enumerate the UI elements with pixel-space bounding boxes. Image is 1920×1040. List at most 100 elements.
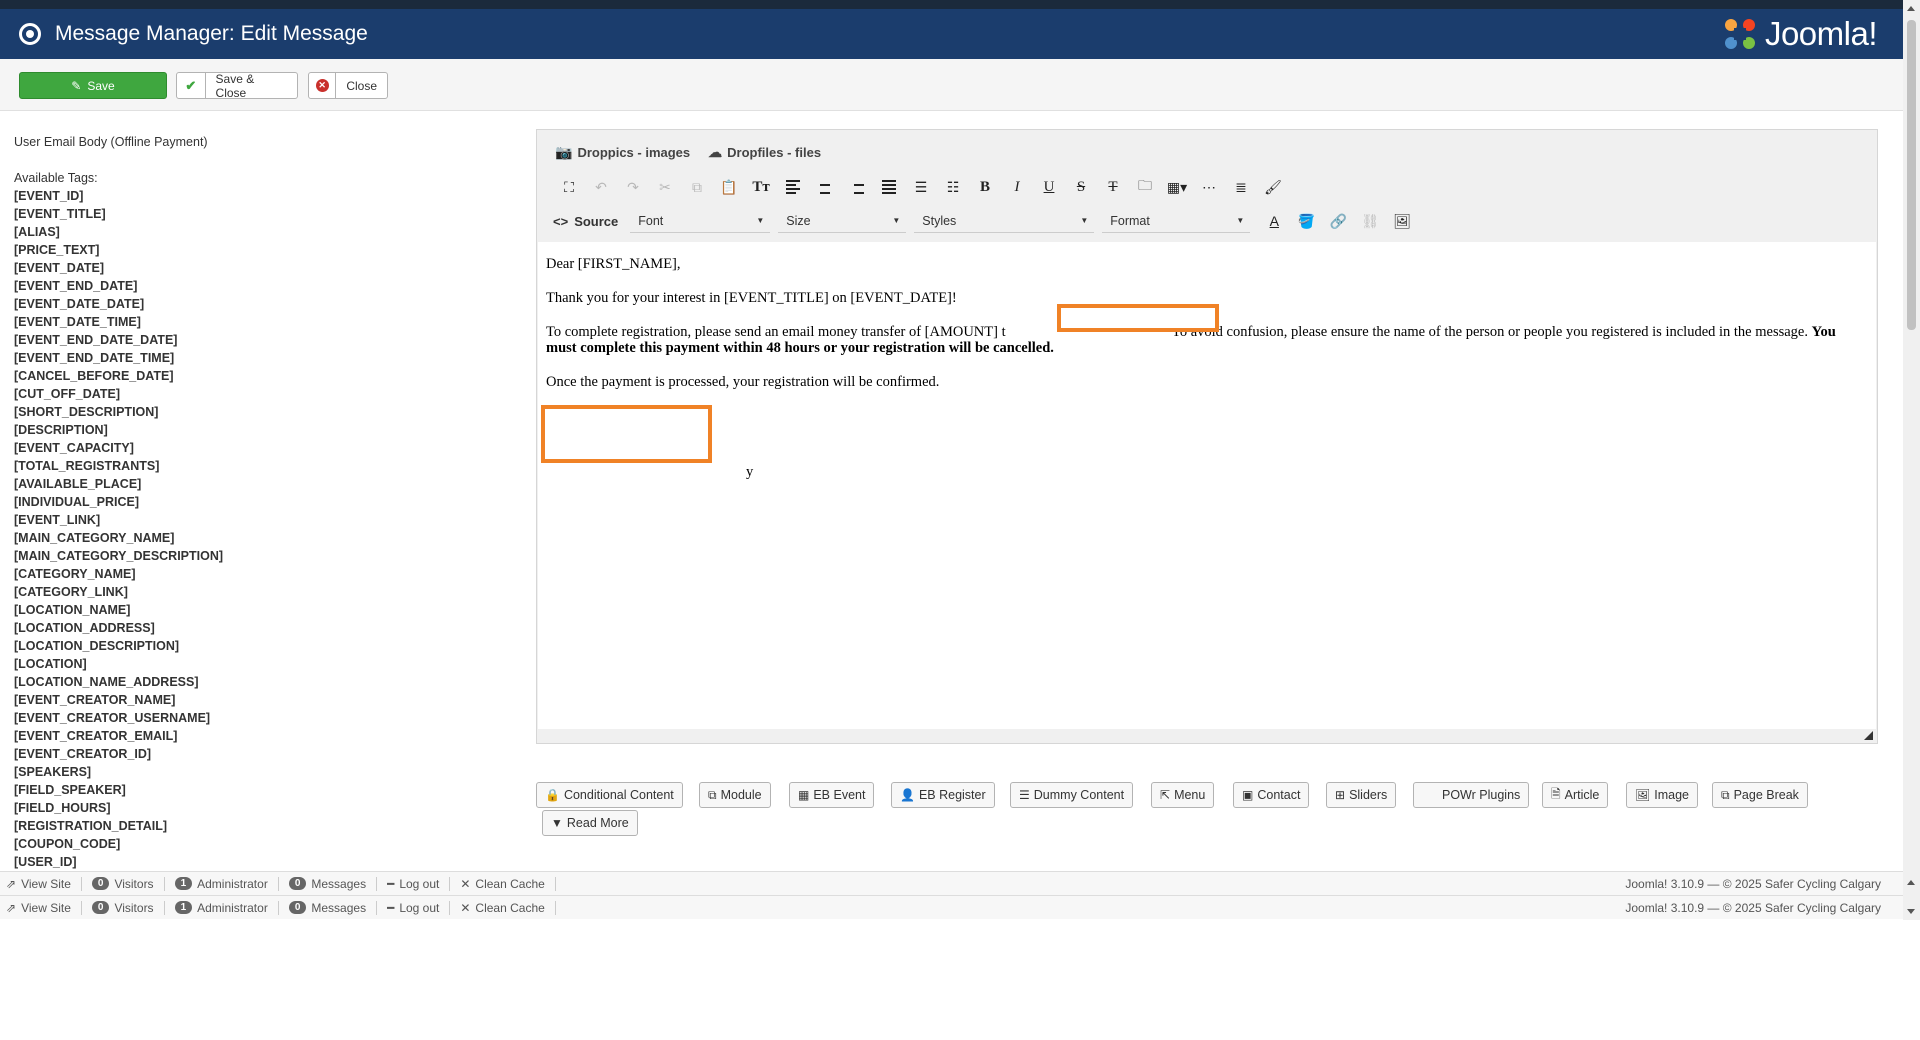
joomla-logo[interactable]: Joomla! xyxy=(1721,15,1878,53)
italic-icon[interactable]: I xyxy=(1001,175,1033,199)
chevron-down-icon: ▼ xyxy=(551,816,563,830)
text-color-icon[interactable]: A xyxy=(1258,209,1290,233)
visitors-label: Visitors xyxy=(114,876,154,891)
save-button[interactable]: ✎ Save xyxy=(19,72,167,99)
scrollbar-thumb[interactable] xyxy=(1907,20,1916,330)
contact-button[interactable]: ▣ Contact xyxy=(1233,782,1310,808)
powr-plugins-button[interactable]: POWr Plugins xyxy=(1413,782,1530,808)
view-site-link[interactable]: ⇗ View Site xyxy=(0,900,82,915)
align-justify-icon[interactable] xyxy=(873,175,905,199)
instructions-part-3: the message. xyxy=(1733,324,1812,340)
save-close-button[interactable]: ✔ Save & Close xyxy=(176,72,298,100)
redo-icon[interactable]: ↷ xyxy=(617,175,649,199)
font-dropdown[interactable]: Font ▼ xyxy=(630,209,771,233)
tag-item: [EVENT_END_DATE_TIME] xyxy=(14,351,175,365)
scroll-up-icon[interactable] xyxy=(1907,6,1915,11)
styles-dropdown[interactable]: Styles ▼ xyxy=(914,209,1095,233)
paste-icon[interactable]: 📋 xyxy=(713,175,745,199)
page-scrollbar[interactable] xyxy=(1903,0,1920,920)
insert-folder-icon[interactable]: 🗀 xyxy=(1129,175,1161,199)
editor-content-area[interactable]: Dear [FIRST_NAME], Thank you for your in… xyxy=(538,242,1876,729)
read-more-button[interactable]: ▼ Read More xyxy=(542,810,638,836)
dummy-content-button[interactable]: ☰ Dummy Content xyxy=(1010,782,1134,808)
clean-cache-link[interactable]: ✕ Clean Cache xyxy=(450,900,556,915)
redaction-box-amount xyxy=(1057,304,1219,332)
format-dropdown[interactable]: Format ▼ xyxy=(1102,209,1251,233)
check-icon: ✔ xyxy=(177,73,206,98)
tag-item: [EVENT_CAPACITY] xyxy=(14,441,134,455)
eb-event-button[interactable]: ▦ EB Event xyxy=(789,782,875,808)
page-break-icon[interactable]: ⋯ xyxy=(1193,175,1225,199)
tag-item: [USER_ID] xyxy=(14,855,77,869)
chevron-down-icon: ▼ xyxy=(1236,216,1245,225)
article-button[interactable]: 🗎 Article xyxy=(1542,782,1609,808)
conditional-content-button[interactable]: 🔒 Conditional Content xyxy=(536,782,683,808)
view-site-label: View Site xyxy=(21,900,71,915)
logout-link[interactable]: ━ Log out xyxy=(377,876,451,891)
image-icon[interactable]: 🖼 xyxy=(1386,209,1418,233)
menu-button[interactable]: ⇱ Menu xyxy=(1151,782,1215,808)
format-painter-icon[interactable]: 🖌 xyxy=(1257,175,1289,199)
broom-icon: ✕ xyxy=(460,876,471,891)
close-button[interactable]: ✕ Close xyxy=(308,72,388,99)
visitors-link[interactable]: 0 Visitors xyxy=(82,900,165,915)
content-line-thankyou: Thank you! xyxy=(546,408,1868,424)
tag-item: [PRICE_TEXT] xyxy=(14,243,100,257)
menu-label: Menu xyxy=(1174,788,1206,802)
numbered-list-icon[interactable]: ☰ xyxy=(905,175,937,199)
table-icon[interactable]: ▦▾ xyxy=(1161,175,1193,199)
image-button[interactable]: 🖼 Image xyxy=(1626,782,1698,808)
administrator-link[interactable]: 1 Administrator xyxy=(165,876,279,891)
sliders-button[interactable]: ⊞ Sliders xyxy=(1326,782,1397,808)
bold-icon[interactable]: B xyxy=(969,175,1001,199)
paragraph-icon[interactable]: ≣ xyxy=(1225,175,1257,199)
bullet-list-icon[interactable]: ☷ xyxy=(937,175,969,199)
align-left-icon[interactable] xyxy=(777,175,809,199)
article-label: Article xyxy=(1564,788,1600,802)
tag-item: [DESCRIPTION] xyxy=(14,423,108,437)
eb-register-button[interactable]: 👤 EB Register xyxy=(891,782,995,808)
visitors-link[interactable]: 0 Visitors xyxy=(82,876,165,891)
tag-item: [AVAILABLE_PLACE] xyxy=(14,477,142,491)
clean-cache-link[interactable]: ✕ Clean Cache xyxy=(450,876,556,891)
view-site-link[interactable]: ⇗ View Site xyxy=(0,876,82,891)
fullscreen-icon[interactable]: ⛶ xyxy=(553,175,585,199)
admin-label: Administrator xyxy=(197,900,268,915)
underline-icon[interactable]: U xyxy=(1033,175,1065,199)
tag-item: [FIELD_HOURS] xyxy=(14,801,111,815)
copy-icon[interactable]: ⧉ xyxy=(681,175,713,199)
field-label: User Email Body (Offline Payment) xyxy=(14,135,208,149)
header-bar: Message Manager: Edit Message Joomla! xyxy=(0,9,1903,59)
tag-item: [CATEGORY_LINK] xyxy=(14,585,128,599)
tag-item: [EVENT_LINK] xyxy=(14,513,101,527)
strikethrough-icon[interactable]: S xyxy=(1065,175,1097,199)
link-icon[interactable]: 🔗 xyxy=(1322,209,1354,233)
picture-icon: 🖼 xyxy=(1635,788,1651,802)
cut-icon[interactable]: ✂ xyxy=(649,175,681,199)
source-button[interactable]: <> Source xyxy=(553,214,618,229)
unlink-icon[interactable]: ⛓ xyxy=(1354,209,1386,233)
visitors-badge: 0 xyxy=(91,901,110,914)
resize-handle-icon[interactable] xyxy=(1864,731,1873,740)
messages-link[interactable]: 0 Messages xyxy=(279,900,378,915)
dropfiles-button[interactable]: ☁ Dropfiles - files xyxy=(708,144,821,161)
droppics-button[interactable]: 📷 Droppics - images xyxy=(555,144,690,161)
background-color-icon[interactable]: 🪣 xyxy=(1290,209,1322,233)
clear-formatting-icon[interactable]: T xyxy=(1097,175,1129,199)
admin-badge: 1 xyxy=(174,877,193,890)
align-center-icon[interactable] xyxy=(809,175,841,199)
paste-text-icon[interactable]: Tт xyxy=(745,175,777,199)
module-button[interactable]: ⧉ Module xyxy=(699,782,771,808)
size-dropdown[interactable]: Size ▼ xyxy=(778,209,907,233)
administrator-link[interactable]: 1 Administrator xyxy=(165,900,279,915)
page-break-button[interactable]: ⧉ Page Break xyxy=(1712,782,1808,808)
logout-link[interactable]: ━ Log out xyxy=(377,900,451,915)
external-link-icon: ⇗ xyxy=(6,876,17,891)
undo-icon[interactable]: ↶ xyxy=(585,175,617,199)
sliders-icon: ⊞ xyxy=(1335,788,1346,802)
messages-link[interactable]: 0 Messages xyxy=(279,876,378,891)
scroll-up-icon-lower[interactable] xyxy=(1907,880,1915,885)
align-right-icon[interactable] xyxy=(841,175,873,199)
scroll-down-icon[interactable] xyxy=(1907,909,1915,914)
editor-toolbar-row-1: ⛶ ↶ ↷ ✂ ⧉ 📋 Tт ☰ ☷ B I U S T 🗀 ▦▾ ⋯ ≣ 🖌 xyxy=(553,175,1289,199)
